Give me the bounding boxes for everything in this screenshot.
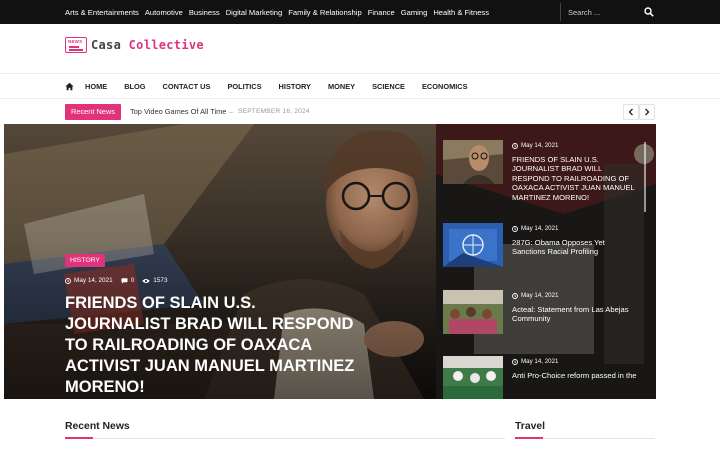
- ticker-label: Recent News: [65, 104, 121, 120]
- recent-news-heading: Recent News: [65, 421, 130, 432]
- nav-item-contact[interactable]: CONTACT US: [163, 82, 211, 91]
- search-input[interactable]: [561, 7, 639, 17]
- ticker-next-button[interactable]: [639, 104, 655, 120]
- side-post[interactable]: May 14, 2021 Acteal: Statement from Las …: [443, 290, 643, 340]
- clock-icon: [512, 292, 518, 299]
- nav-item-science[interactable]: SCIENCE: [372, 82, 405, 91]
- top-nav-item[interactable]: Gaming: [401, 8, 428, 17]
- side-post-title[interactable]: Anti Pro-Choice reform passed in the: [512, 371, 640, 380]
- side-post-date: May 14, 2021: [512, 358, 559, 365]
- newspaper-logo-icon: NEWS: [65, 37, 87, 53]
- heading-underline: [515, 437, 543, 439]
- top-bar: Arts & Entertainments Automotive Busines…: [0, 0, 720, 24]
- nav-item-money[interactable]: MONEY: [328, 82, 355, 91]
- post-thumbnail: [443, 356, 503, 399]
- clock-icon: [65, 277, 71, 284]
- clock-icon: [512, 358, 518, 365]
- side-post-title[interactable]: 287G: Obama Opposes Yet Sanctions Racial…: [512, 238, 640, 257]
- eye-icon: [142, 278, 150, 283]
- clock-icon: [512, 142, 518, 149]
- category-badge[interactable]: HISTORY: [65, 254, 105, 267]
- post-thumbnail: [443, 140, 503, 184]
- side-post[interactable]: May 14, 2021 Anti Pro-Choice reform pass…: [443, 356, 643, 399]
- ticker-prev-button[interactable]: [623, 104, 639, 120]
- site-logo[interactable]: NEWS Casa Collective: [65, 37, 204, 53]
- top-nav-item[interactable]: Business: [189, 8, 220, 17]
- comment-count[interactable]: 0: [121, 277, 134, 284]
- side-post-date: May 14, 2021: [512, 225, 559, 232]
- hero-slider[interactable]: HISTORY May 14, 2021 0 1573 FRIENDS OF S…: [4, 124, 656, 399]
- top-nav-item[interactable]: Finance: [368, 8, 395, 17]
- comments-icon: [121, 277, 128, 284]
- side-post[interactable]: May 14, 2021 FRIENDS OF SLAIN U.S. JOURN…: [443, 140, 643, 202]
- side-post[interactable]: May 14, 2021 287G: Obama Opposes Yet San…: [443, 223, 643, 273]
- side-post-title[interactable]: Acteal: Statement from Las Abejas Commun…: [512, 305, 640, 324]
- ticker-separator: –: [229, 107, 234, 116]
- heading-underline: [65, 437, 93, 439]
- side-post-date: May 14, 2021: [512, 292, 559, 299]
- travel-heading: Travel: [515, 421, 546, 432]
- home-icon[interactable]: [65, 82, 74, 91]
- section-divider: [65, 438, 505, 439]
- top-nav-item[interactable]: Family & Relationship: [288, 8, 361, 17]
- top-search: [560, 3, 656, 21]
- nav-item-politics[interactable]: POLITICS: [227, 82, 261, 91]
- post-thumbnail: [443, 290, 503, 334]
- chevron-right-icon: [645, 108, 650, 116]
- top-nav-item[interactable]: Digital Marketing: [226, 8, 283, 17]
- top-category-nav: Arts & Entertainments Automotive Busines…: [65, 0, 495, 24]
- side-post-title[interactable]: FRIENDS OF SLAIN U.S. JOURNALIST BRAD WI…: [512, 155, 640, 202]
- side-post-date: May 14, 2021: [512, 142, 559, 149]
- news-ticker: Recent News Top Video Games Of All Time …: [65, 104, 655, 120]
- post-thumbnail: [443, 223, 503, 267]
- top-nav-item[interactable]: Arts & Entertainments: [65, 8, 139, 17]
- top-nav-item[interactable]: Automotive: [145, 8, 183, 17]
- site-header: NEWS Casa Collective: [0, 24, 720, 74]
- site-name: Casa Collective: [91, 38, 204, 52]
- ticker-date: SEPTEMBER 16, 2024: [238, 108, 310, 115]
- post-date: May 14, 2021: [65, 277, 113, 284]
- hero-meta: May 14, 2021 0 1573: [65, 277, 176, 284]
- ticker-headline[interactable]: Top Video Games Of All Time: [130, 104, 226, 120]
- nav-item-economics[interactable]: ECONOMICS: [422, 82, 468, 91]
- top-nav-item[interactable]: Health & Fitness: [433, 8, 489, 17]
- main-nav: HOME BLOG CONTACT US POLITICS HISTORY MO…: [0, 74, 720, 99]
- hero-title[interactable]: FRIENDS OF SLAIN U.S. JOURNALIST BRAD WI…: [65, 293, 365, 398]
- chevron-left-icon: [628, 108, 633, 116]
- nav-item-history[interactable]: HISTORY: [279, 82, 311, 91]
- side-list-scrollbar[interactable]: [644, 142, 646, 212]
- search-icon[interactable]: [644, 7, 654, 17]
- nav-item-home[interactable]: HOME: [85, 82, 107, 91]
- side-post-list: May 14, 2021 FRIENDS OF SLAIN U.S. JOURN…: [436, 124, 656, 399]
- view-count: 1573: [142, 277, 168, 284]
- clock-icon: [512, 225, 518, 232]
- nav-item-blog[interactable]: BLOG: [124, 82, 145, 91]
